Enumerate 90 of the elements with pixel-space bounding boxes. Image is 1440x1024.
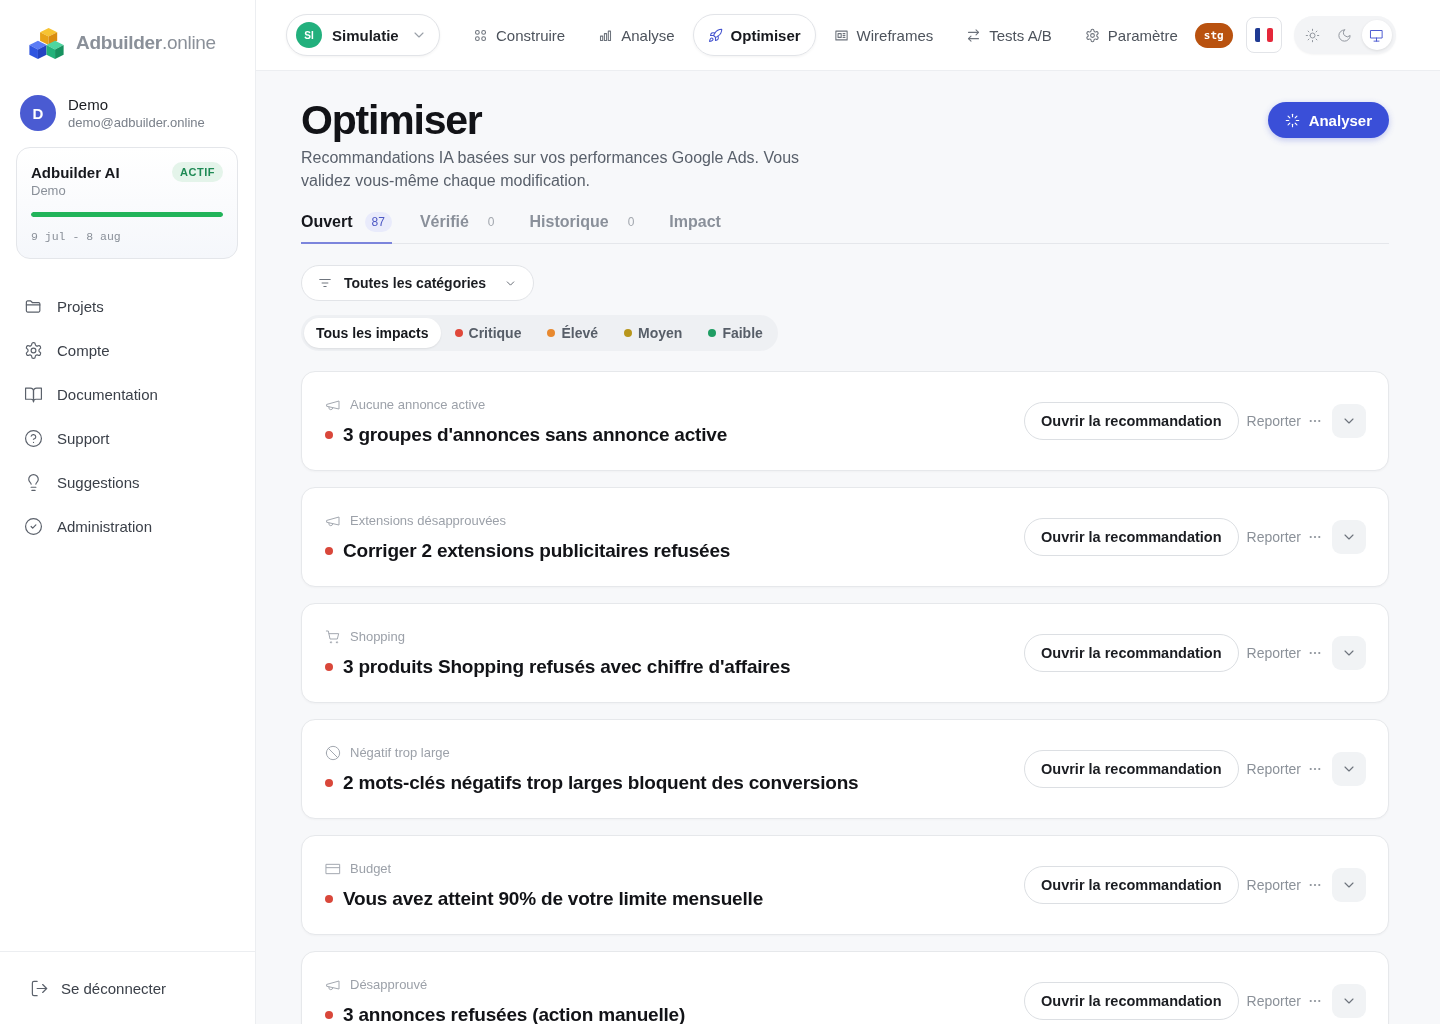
flag-icon [1254,28,1273,42]
grid-icon [473,27,488,43]
ban-icon [325,745,341,761]
plan-account: Demo [31,183,67,198]
open-button[interactable]: Ouvrir la recommandation [1024,982,1239,1020]
page-title: Optimiser [301,98,483,142]
category-label: Budget [350,861,392,877]
environment-badge: stg [1194,22,1233,48]
more-icon[interactable] [1309,999,1321,1003]
impact-option[interactable]: Critique [442,318,534,348]
language-button[interactable] [1245,17,1282,53]
category-select[interactable]: Toutes les catégories [301,265,535,301]
help-icon [24,428,43,448]
status-badge: ACTIF [172,162,223,182]
moon-icon [1337,27,1353,43]
swap-arrows-icon [966,27,982,43]
impact-option[interactable]: Moyen [612,318,695,348]
check-circle-icon [24,516,43,536]
open-button[interactable]: Ouvrir la recommandation [1024,402,1239,440]
recommendation-title: 3 groupes d'annonces sans annonce active [343,425,728,445]
analyze-button[interactable]: Analyser [1267,102,1389,138]
category-label: Shopping [350,629,405,645]
open-button[interactable]: Ouvrir la recommandation [1024,634,1239,672]
sidebar-item[interactable]: Compte [24,328,255,372]
impact-option[interactable]: Tous les impacts [304,318,441,348]
sidebar-item[interactable]: Suggestions [24,460,255,504]
bar-chart-icon [598,27,614,43]
filter-icon [318,276,332,290]
megaphone-icon [325,397,341,413]
expand-button[interactable] [1332,984,1366,1018]
monitor-icon [1369,27,1385,43]
expand-button[interactable] [1332,868,1366,902]
category-label: Désapprouvé [350,977,428,993]
nav-tab[interactable]: Tests A/B [951,14,1067,56]
megaphone-icon [325,977,341,993]
credit-card-icon [325,861,341,877]
cubes-logo-icon [29,27,64,59]
tab-count: 0 [626,214,636,231]
settings-icon [1084,27,1100,43]
expand-button[interactable] [1332,404,1366,438]
brand-name: Adbuilder.online [76,32,216,54]
logout-link[interactable]: Se déconnecter [30,967,255,1009]
nav-tab[interactable]: Paramètre [1069,14,1193,56]
theme-option[interactable] [1361,20,1392,50]
logout-icon [30,978,49,998]
project-avatar: SI [296,22,322,48]
page-description: Recommandations IA basées sur vos performances Google Ads. Vous validez vous-même chaque modification. [301,148,801,191]
nav-tab[interactable]: Wireframes [818,14,949,56]
layout-icon [833,27,849,43]
sidebar-item[interactable]: Administration [24,504,255,548]
open-button[interactable]: Ouvrir la recommandation [1024,518,1239,556]
tab-count: 87 [364,212,392,232]
impact-option[interactable]: Élevé [535,318,611,348]
recommendation-title: Vous avez atteint 90% de votre limite mensuelle [343,889,763,909]
open-button[interactable]: Ouvrir la recommandation [1024,866,1239,904]
expand-button[interactable] [1332,636,1366,670]
impact-option[interactable]: Faible [696,318,775,348]
category-label: Négatif trop large [350,745,450,761]
more-icon[interactable] [1309,883,1321,887]
recommendation-title: Corriger 2 extensions publicitaires refusées [343,541,731,561]
user-name: Demo [68,96,109,113]
open-button[interactable]: Ouvrir la recommandation [1024,750,1239,788]
loader-icon [1284,112,1300,128]
project-select[interactable]: SI Simulatie [286,14,440,56]
plan-name: Adbuilder AI [31,163,120,181]
sidebar-item[interactable]: Support [24,416,255,460]
more-icon[interactable] [1309,767,1321,771]
sidebar-item[interactable]: Documentation [24,372,255,416]
expand-button[interactable] [1332,752,1366,786]
nav-tab[interactable]: Analyse [583,14,690,56]
category-label: Extensions désapprouvées [350,513,507,529]
megaphone-icon [325,513,341,529]
more-icon[interactable] [1309,419,1321,423]
settings-icon [24,340,43,360]
cart-icon [325,629,341,645]
more-icon[interactable] [1309,535,1321,539]
rocket-icon [707,27,723,43]
plan-period: 9 jul - 8 aug [31,230,122,243]
more-icon[interactable] [1309,651,1321,655]
sun-icon [1305,27,1321,43]
expand-button[interactable] [1332,520,1366,554]
category-label: Aucune annonce active [350,397,486,413]
user-avatar: D [20,95,56,131]
recommendation-title: 2 mots-clés négatifs trop larges bloquent des conversions [343,773,859,793]
tab-count: 0 [486,214,496,231]
tab[interactable]: Ouvert 87 [301,208,392,244]
sidebar-item[interactable]: Projets [24,284,255,328]
user-email: demo@adbuilder.online [68,115,205,130]
nav-tab[interactable]: Construire [458,14,581,56]
recommendation-title: 3 produits Shopping refusés avec chiffre d'affaires [343,657,791,677]
